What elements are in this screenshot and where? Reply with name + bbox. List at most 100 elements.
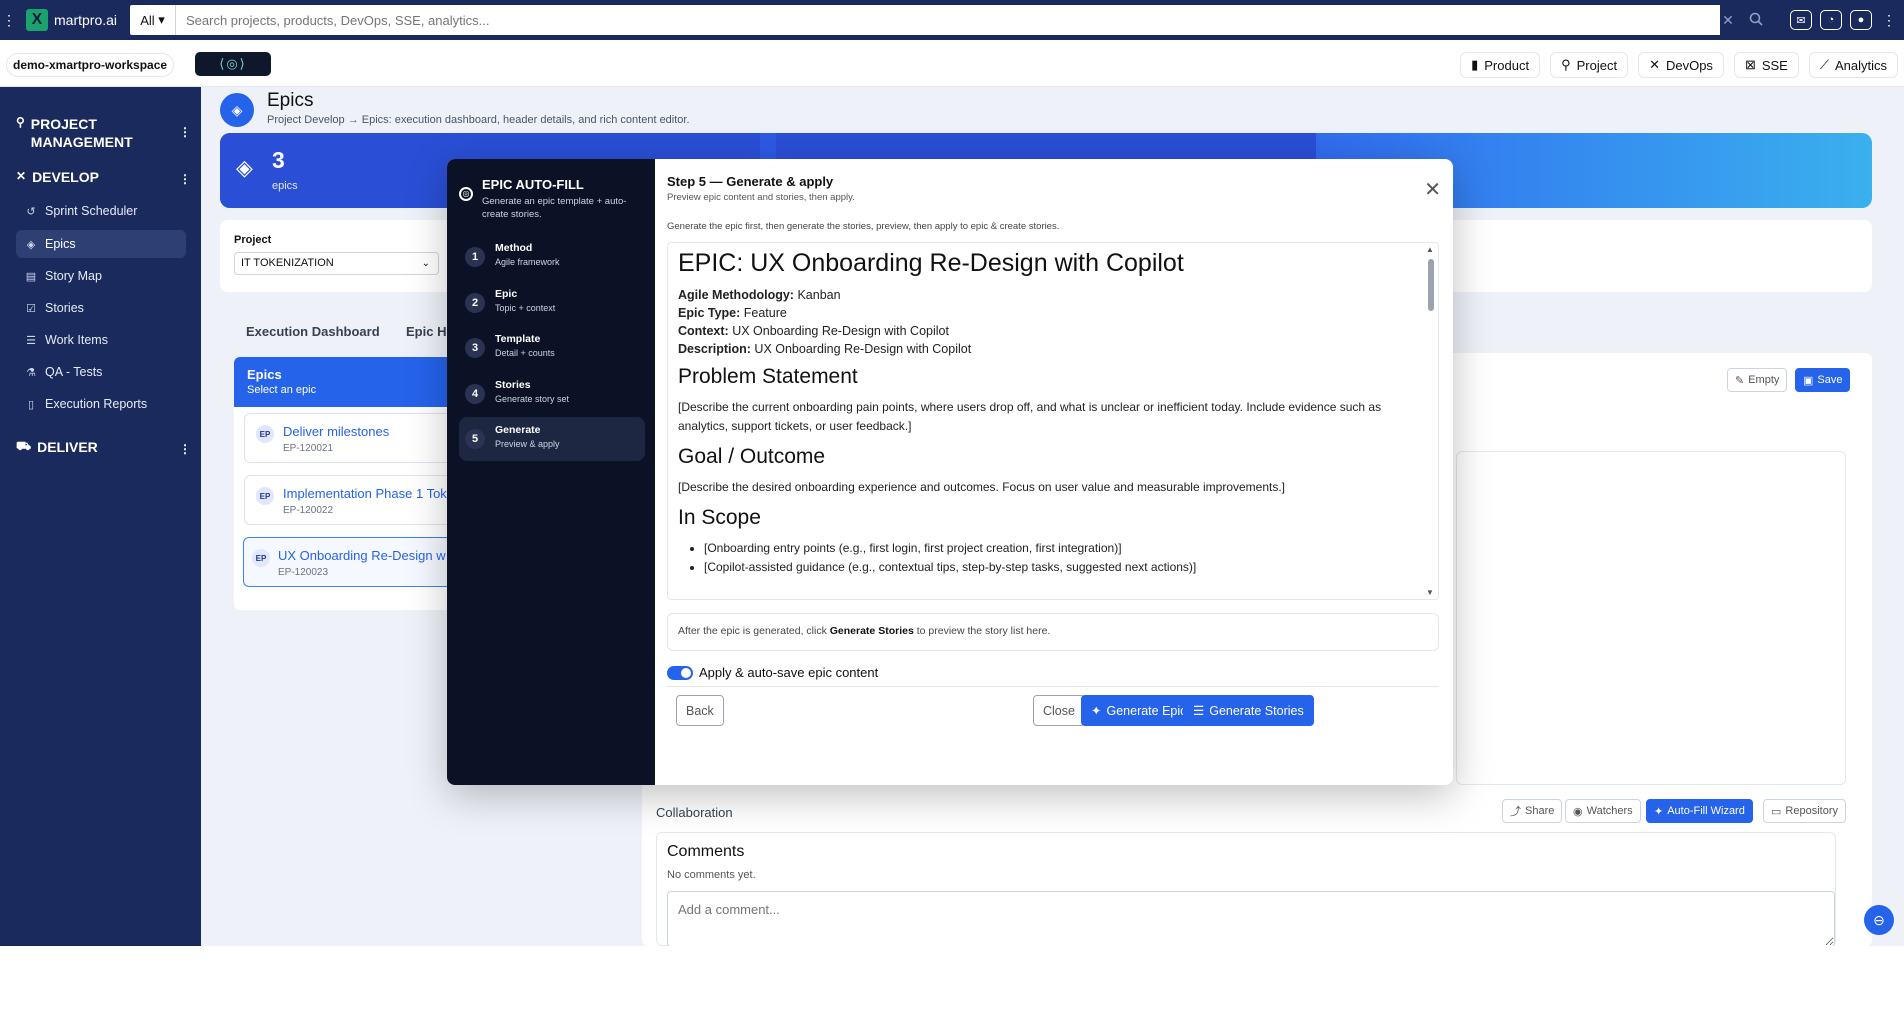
generate-epic-button[interactable]: ✦ Generate Epic bbox=[1081, 695, 1197, 726]
epic-list-item[interactable]: EP Deliver milestones EP-120021 bbox=[244, 413, 454, 463]
toggle-knob bbox=[681, 668, 691, 678]
wizard-step-epic[interactable]: 2 Epic Topic + context bbox=[459, 281, 645, 325]
wizard-step-stories[interactable]: 4 Stories Generate story set bbox=[459, 372, 645, 416]
auto-fill-label: Auto-Fill Wizard bbox=[1667, 805, 1745, 817]
search-scope-select[interactable]: All ▾ bbox=[130, 5, 176, 35]
search-input[interactable] bbox=[176, 5, 1720, 35]
scroll-up-icon[interactable]: ▲ bbox=[1426, 245, 1434, 254]
watchers-label: Watchers bbox=[1586, 805, 1633, 817]
sidebar-item-story-map[interactable]: ▤ Story Map bbox=[16, 262, 186, 290]
devops-icon: ✕ bbox=[1649, 57, 1660, 72]
more-options-icon[interactable]: ⋮ bbox=[1882, 12, 1896, 29]
brand[interactable]: X martpro.ai bbox=[26, 9, 117, 31]
sidebar-item-label: Epics bbox=[45, 237, 76, 251]
chat-icon[interactable]: ⊖ bbox=[1864, 905, 1894, 935]
auto-fill-wizard-button[interactable]: ✦ Auto-Fill Wizard bbox=[1646, 799, 1753, 823]
share-button[interactable]: ⤴ Share bbox=[1502, 799, 1563, 823]
menu-kebab-icon[interactable]: ⋮ bbox=[2, 12, 16, 29]
step-subtitle: Detail + counts bbox=[495, 348, 555, 358]
step-title: Method bbox=[495, 242, 533, 254]
sidebar-item-qa-tests[interactable]: ⚗ QA - Tests bbox=[16, 358, 186, 386]
user-profile-icon[interactable]: ● bbox=[1850, 10, 1872, 30]
epic-list-item[interactable]: EP Implementation Phase 1 Tok EP-120022 bbox=[244, 475, 454, 525]
close-button[interactable]: Close bbox=[1033, 695, 1085, 726]
nav-product[interactable]: ▮ Product bbox=[1460, 52, 1541, 78]
epic-id: EP-120023 bbox=[278, 567, 329, 578]
search-icon[interactable] bbox=[1746, 12, 1766, 29]
step-subtitle: Agile framework bbox=[495, 257, 560, 267]
step-title: Generate bbox=[495, 424, 541, 436]
sidebar-item-label: Stories bbox=[45, 301, 84, 315]
save-button[interactable]: ▣ Save bbox=[1795, 368, 1851, 392]
sidebar-item-stories[interactable]: ☑ Stories bbox=[16, 294, 186, 322]
section-options-icon[interactable]: ⋮ bbox=[179, 172, 191, 186]
generate-stories-button[interactable]: ☰ Generate Stories bbox=[1183, 695, 1314, 726]
preview-section-heading: Goal / Outcome bbox=[678, 445, 826, 468]
wizard-step-generate[interactable]: 5 Generate Preview & apply bbox=[459, 417, 645, 461]
section-label: PROJECT MANAGEMENT bbox=[30, 116, 133, 150]
close-label: Close bbox=[1043, 703, 1075, 718]
eraser-icon: ✎ bbox=[1735, 374, 1745, 387]
report-icon: ▯ bbox=[27, 398, 35, 411]
section-options-icon[interactable]: ⋮ bbox=[179, 442, 191, 456]
tab-execution-dashboard[interactable]: Execution Dashboard bbox=[246, 324, 380, 339]
nav-project[interactable]: ⚲ Project bbox=[1550, 52, 1629, 78]
no-comments-text: No comments yet. bbox=[667, 869, 756, 881]
list-item: [Copilot-assisted guidance (e.g., contex… bbox=[704, 558, 1418, 577]
project-management-icon: ⚲ bbox=[16, 115, 25, 129]
preview-scrollbar[interactable]: ▲ ▼ bbox=[1426, 243, 1436, 599]
map-icon: ▤ bbox=[25, 270, 37, 283]
comment-input[interactable] bbox=[667, 891, 1835, 946]
watchers-button[interactable]: ◉ Watchers bbox=[1565, 799, 1641, 823]
auto-save-toggle[interactable] bbox=[667, 666, 693, 680]
mail-icon[interactable]: ✉ bbox=[1790, 10, 1812, 30]
develop-icon: ✕ bbox=[16, 169, 27, 183]
sidebar-item-label: Work Items bbox=[45, 333, 108, 347]
generate-epic-label: Generate Epic bbox=[1106, 703, 1187, 718]
sse-icon: ⊠ bbox=[1744, 57, 1756, 72]
epic-badge: EP bbox=[256, 487, 274, 505]
preview-field: Epic Type: Feature bbox=[678, 306, 1418, 320]
repository-label: Repository bbox=[1785, 805, 1838, 817]
workspace-name[interactable]: demo-xmartpro-workspace bbox=[6, 53, 175, 77]
wizard-step-method[interactable]: 1 Method Agile framework bbox=[459, 235, 645, 279]
section-options-icon[interactable]: ⋮ bbox=[179, 125, 191, 139]
empty-button[interactable]: ✎ Empty bbox=[1727, 368, 1788, 392]
step-heading: Step 5 — Generate & apply bbox=[667, 174, 834, 189]
notifications-icon[interactable]: ◔ bbox=[1820, 10, 1842, 30]
epic-preview[interactable]: EPIC: UX Onboarding Re-Design with Copil… bbox=[667, 242, 1439, 600]
sidebar-item-execution-reports[interactable]: ▯ Execution Reports bbox=[16, 390, 186, 418]
preview-section-heading: Problem Statement bbox=[678, 365, 858, 388]
field-value: Kanban bbox=[797, 288, 841, 302]
nav-devops[interactable]: ✕ DevOps bbox=[1638, 52, 1724, 78]
project-select[interactable]: IT TOKENIZATION ⌄ bbox=[234, 252, 439, 275]
sidebar-section-project-management[interactable]: ⚲ PROJECT MANAGEMENT ⋮ bbox=[16, 115, 191, 151]
nav-analytics[interactable]: ⟋ Analytics bbox=[1808, 52, 1898, 78]
rich-content-editor[interactable] bbox=[1456, 451, 1846, 785]
scroll-down-icon[interactable]: ▼ bbox=[1426, 588, 1434, 597]
back-label: Back bbox=[686, 703, 714, 718]
sidebar: ⚲ PROJECT MANAGEMENT ⋮ ✕ DEVELOP ⋮ ↺ Spri… bbox=[0, 87, 201, 946]
epic-list-item-selected[interactable]: EP UX Onboarding Re-Design w EP-120023 bbox=[243, 537, 454, 587]
analytics-icon: ⟋ bbox=[1819, 57, 1829, 72]
section-label: DELIVER bbox=[37, 439, 98, 455]
sidebar-section-develop[interactable]: ✕ DEVELOP ⋮ bbox=[16, 169, 191, 186]
sidebar-item-sprint-scheduler[interactable]: ↺ Sprint Scheduler bbox=[16, 197, 186, 225]
auto-save-label: Apply & auto-save epic content bbox=[699, 665, 879, 680]
sidebar-item-work-items[interactable]: ☰ Work Items bbox=[16, 326, 186, 354]
preview-section-text: [Describe the current onboarding pain po… bbox=[678, 400, 1382, 433]
sidebar-section-deliver[interactable]: ⛟ DELIVER ⋮ bbox=[16, 439, 191, 456]
scrollbar-thumb[interactable] bbox=[1428, 259, 1434, 311]
top-bar: ⋮ X martpro.ai All ▾ ✕ ✉ ◔ ● ⋮ bbox=[0, 0, 1904, 40]
project-icon: ⚲ bbox=[1561, 57, 1571, 72]
section-label: DEVELOP bbox=[32, 169, 99, 185]
repository-button[interactable]: ▭ Repository bbox=[1763, 799, 1846, 823]
back-button[interactable]: Back bbox=[676, 695, 724, 726]
nav-sse[interactable]: ⊠ SSE bbox=[1733, 52, 1799, 78]
close-icon[interactable]: ✕ bbox=[1424, 177, 1441, 202]
clear-search-icon[interactable]: ✕ bbox=[1718, 12, 1738, 29]
sidebar-item-epics[interactable]: ◈ Epics bbox=[16, 230, 186, 258]
wizard-step-template[interactable]: 3 Template Detail + counts bbox=[459, 326, 645, 370]
save-label: Save bbox=[1817, 374, 1843, 386]
wizard-title: EPIC AUTO-FILL bbox=[482, 177, 584, 192]
